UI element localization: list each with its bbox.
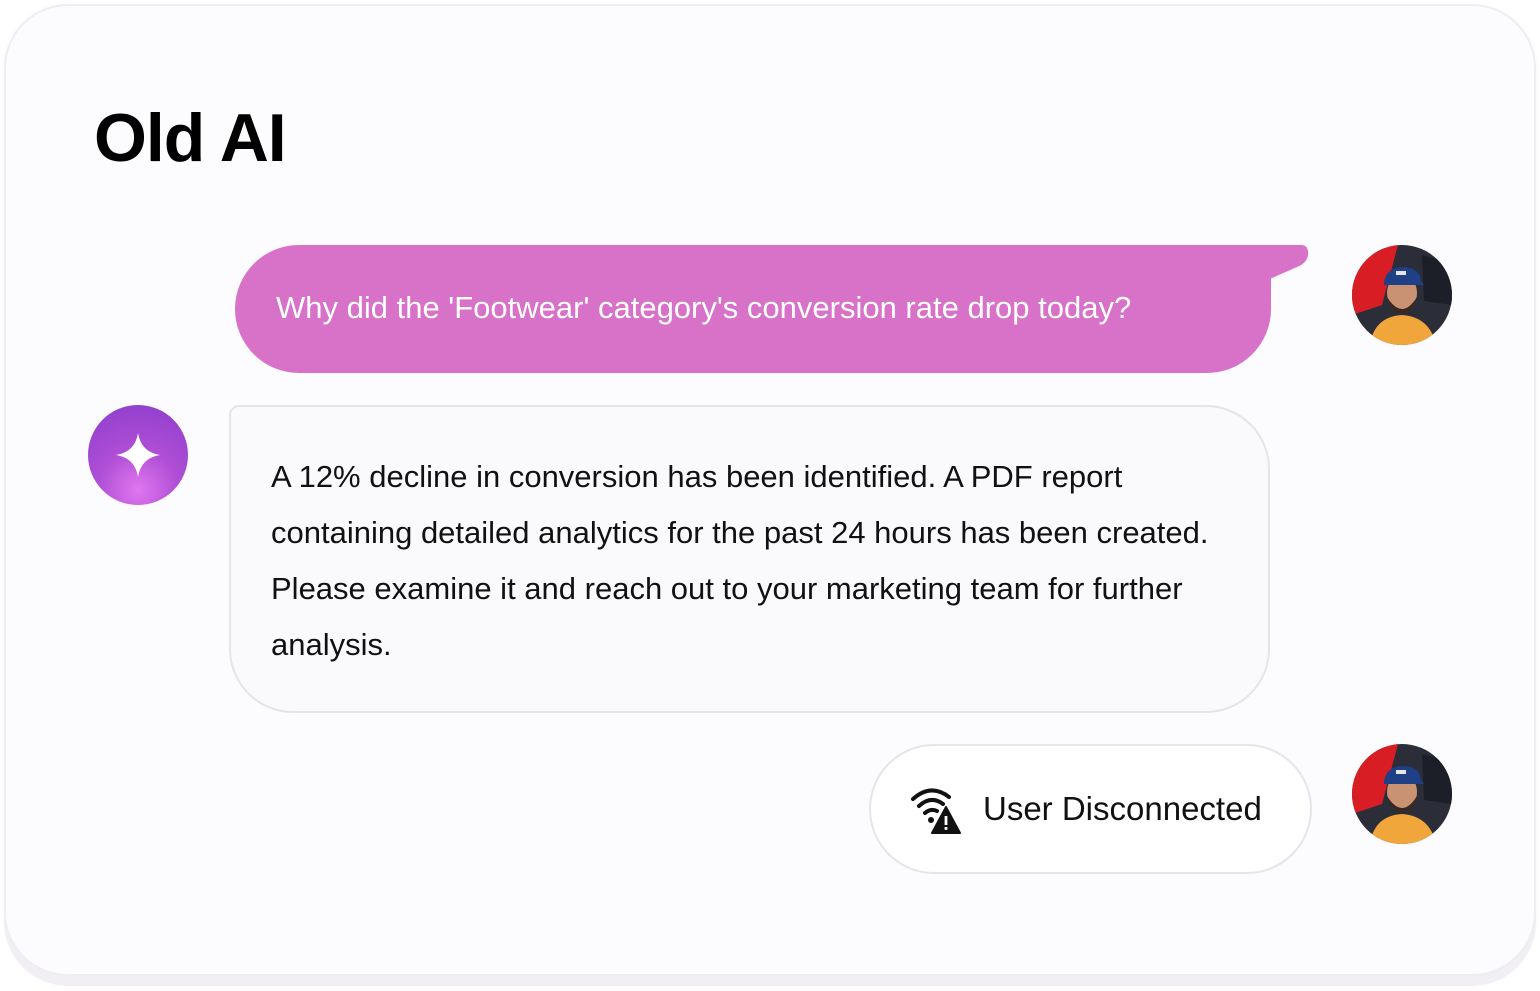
user-avatar[interactable] (1352, 245, 1452, 345)
user-avatar-photo (1352, 245, 1452, 345)
user-disconnected-label: User Disconnected (983, 790, 1262, 827)
ai-message-bubble: A 12% decline in conversion has been ide… (229, 405, 1270, 713)
user-message-bubble: Why did the 'Footwear' category's conver… (235, 245, 1309, 373)
sparkle-icon (116, 433, 160, 477)
page-title: Old AI (94, 100, 287, 176)
user-message-text: Why did the 'Footwear' category's conver… (276, 290, 1132, 325)
ai-avatar (88, 405, 188, 505)
bubble-tail (1233, 245, 1309, 295)
user-avatar[interactable] (1352, 744, 1452, 844)
user-disconnected-status: User Disconnected (869, 744, 1312, 874)
ai-message-text: A 12% decline in conversion has been ide… (271, 459, 1209, 662)
wifi-warning-icon (909, 783, 961, 835)
user-avatar-photo (1352, 744, 1452, 844)
